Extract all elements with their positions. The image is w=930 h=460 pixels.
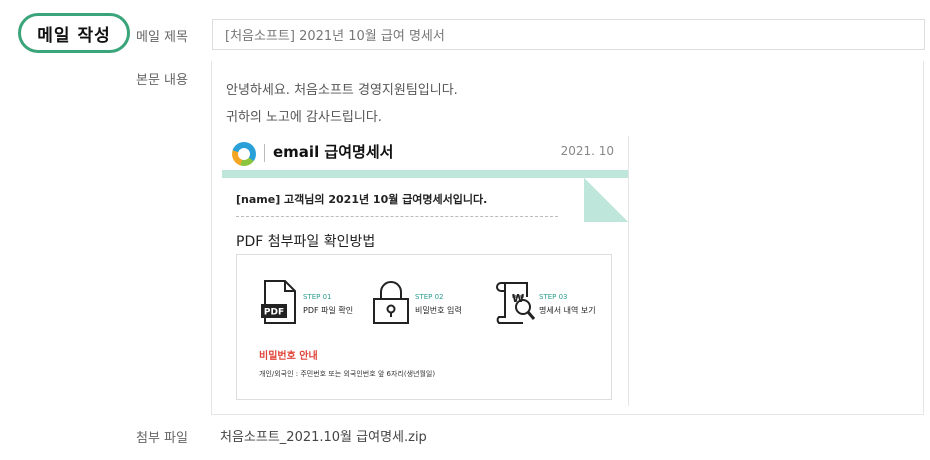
step-1-label: PDF 파일 확인 xyxy=(303,306,354,315)
email-date: 2021. 10 xyxy=(560,144,614,158)
company-logo-icon xyxy=(232,142,256,166)
step-2-label: 비밀번호 입력 xyxy=(415,306,462,315)
email-greeting: [name] 고객님의 2021년 10월 급여명세서입니다. xyxy=(236,193,488,206)
subject-label: 메일 제목 xyxy=(136,30,188,45)
page-title-badge: 메일 작성 xyxy=(18,13,130,53)
step-1: PDF STEP 01 PDF 파일 확인 xyxy=(259,279,369,329)
step-2: STEP 02 비밀번호 입력 xyxy=(371,279,481,329)
section-title: PDF 첨부파일 확인방법 xyxy=(236,234,376,250)
body-label: 본문 내용 xyxy=(136,73,188,88)
pdf-file-icon: PDF xyxy=(261,280,296,324)
pdf-icon-text: PDF xyxy=(264,308,284,318)
padlock-icon xyxy=(373,281,409,324)
body-line-1: 안녕하세요. 처음소프트 경영지원팀입니다. xyxy=(226,83,458,98)
attachment-label: 첨부 파일 xyxy=(136,431,188,446)
password-guide-description: 개인/외국인 : 주민번호 또는 외국인번호 앞 6자리(생년월일) xyxy=(259,370,436,378)
step-1-number: STEP 01 xyxy=(303,293,332,301)
email-title: email 급여명세서 xyxy=(273,143,394,161)
email-preview: email 급여명세서 2021. 10 [name] 고객님의 2021년 1… xyxy=(222,136,629,406)
header-band xyxy=(222,170,628,178)
header-divider xyxy=(264,144,265,162)
attachment-file-name[interactable]: 처음소프트_2021.10월 급여명세.zip xyxy=(220,426,427,445)
step-2-number: STEP 02 xyxy=(415,293,444,301)
step-3-number: STEP 03 xyxy=(539,293,568,301)
body-line-2: 귀하의 노고에 감사드립니다. xyxy=(226,110,382,125)
folded-corner-decoration xyxy=(584,178,628,222)
step-3-label: 명세서 내역 보기 xyxy=(539,306,596,315)
steps-panel: PDF STEP 01 PDF 파일 확인 STEP 02 비밀번호 입력 ₩ xyxy=(236,254,612,400)
password-guide-title: 비밀번호 안내 xyxy=(259,351,318,362)
dashed-divider xyxy=(236,216,558,217)
receipt-magnifier-icon: ₩ xyxy=(496,282,536,324)
subject-input[interactable] xyxy=(212,19,925,50)
step-3: ₩ STEP 03 명세서 내역 보기 xyxy=(493,279,611,329)
